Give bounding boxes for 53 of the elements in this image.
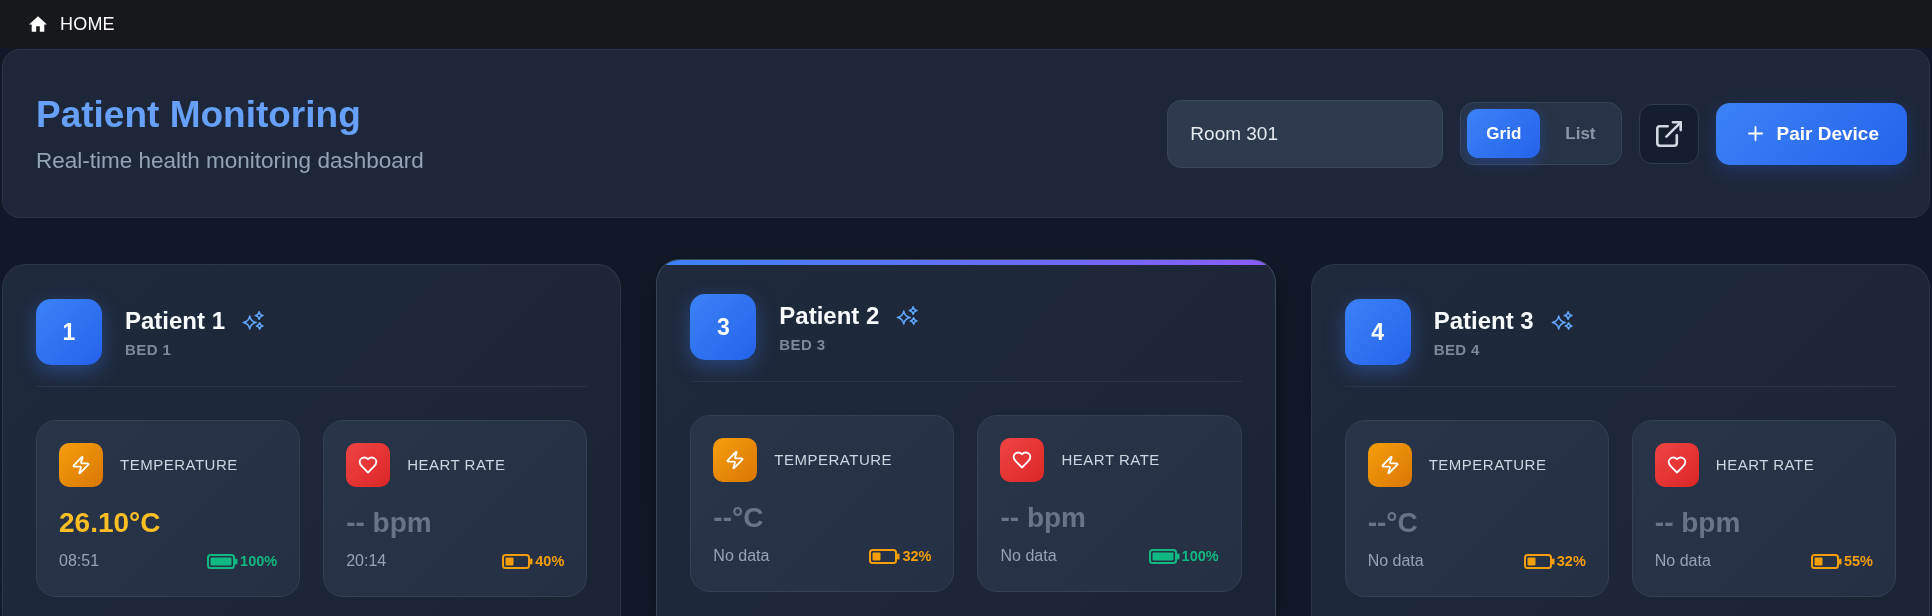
home-icon [29, 16, 47, 32]
room-field[interactable]: Room 301 [1167, 99, 1444, 168]
metric-value: --°C [1367, 506, 1419, 540]
lightning-icon [713, 438, 758, 482]
last-reading-text: No data [1654, 551, 1711, 571]
bed-number-tile: 1 [36, 299, 102, 365]
last-reading-text: 20:14 [346, 551, 387, 571]
home-link[interactable]: HOME [29, 13, 115, 35]
metric-label: HEART RATE [407, 456, 506, 474]
patient-card[interactable]: 3 Patient 2 BED 3 TEMPERATURE --°C No data 32% HEART RATE -- bpm No data 100% [656, 259, 1276, 616]
metric-value: 26.10°C [59, 506, 162, 540]
last-reading-text: No data [1367, 551, 1424, 571]
bed-number-tile: 3 [690, 294, 757, 360]
last-reading-text: No data [1000, 546, 1057, 566]
view-option-tab[interactable]: List [1546, 109, 1615, 158]
metric-value: -- bpm [346, 506, 433, 540]
page-title: Patient Monitoring [36, 93, 362, 136]
patient-card[interactable]: 4 Patient 3 BED 4 TEMPERATURE --°C No data 32% HEART RATE -- bpm No data 55% [1310, 264, 1930, 616]
lightning-icon [1367, 443, 1412, 487]
open-external-button[interactable] [1638, 103, 1699, 164]
patient-name: Patient 3 [1433, 305, 1534, 336]
metric-label: HEART RATE [1715, 456, 1815, 474]
external-link-icon [1655, 120, 1682, 147]
battery-percent: 100% [1181, 547, 1219, 565]
patient-name: Patient 1 [125, 305, 226, 336]
bed-label: BED 1 [125, 340, 172, 359]
battery-percent: 32% [1556, 552, 1586, 570]
patient-name: Patient 2 [779, 300, 880, 331]
last-reading-text: No data [713, 546, 770, 566]
sparkles-icon [242, 311, 265, 330]
metric-value: -- bpm [1654, 506, 1742, 540]
metric-label: TEMPERATURE [1428, 456, 1547, 474]
battery-percent: 32% [902, 547, 932, 565]
pair-device-button[interactable]: Pair Device [1715, 102, 1907, 165]
view-option-tab[interactable]: Grid [1467, 109, 1541, 158]
bed-label: BED 3 [779, 335, 826, 354]
bed-number-tile: 4 [1344, 299, 1411, 365]
metric-value: -- bpm [1000, 501, 1087, 535]
sparkles-icon [896, 306, 919, 325]
battery-percent: 55% [1843, 552, 1873, 570]
metric-label: TEMPERATURE [120, 456, 238, 474]
lightning-icon [59, 443, 103, 487]
patient-card[interactable]: 1 Patient 1 BED 1 TEMPERATURE 26.10°C 08:51 100% HEART RATE -- bpm 20:14 40% [2, 264, 622, 616]
plus-icon [1747, 126, 1763, 141]
metric-label: HEART RATE [1061, 451, 1160, 469]
metric-label: TEMPERATURE [774, 451, 893, 469]
sparkles-icon [1550, 311, 1573, 330]
page-subtitle: Real-time health monitoring dashboard [36, 147, 424, 174]
battery-percent: 40% [535, 552, 565, 570]
bed-label: BED 4 [1433, 340, 1480, 359]
battery-percent: 100% [240, 552, 278, 570]
last-reading-text: 08:51 [59, 551, 100, 571]
metric-value: --°C [713, 501, 765, 535]
